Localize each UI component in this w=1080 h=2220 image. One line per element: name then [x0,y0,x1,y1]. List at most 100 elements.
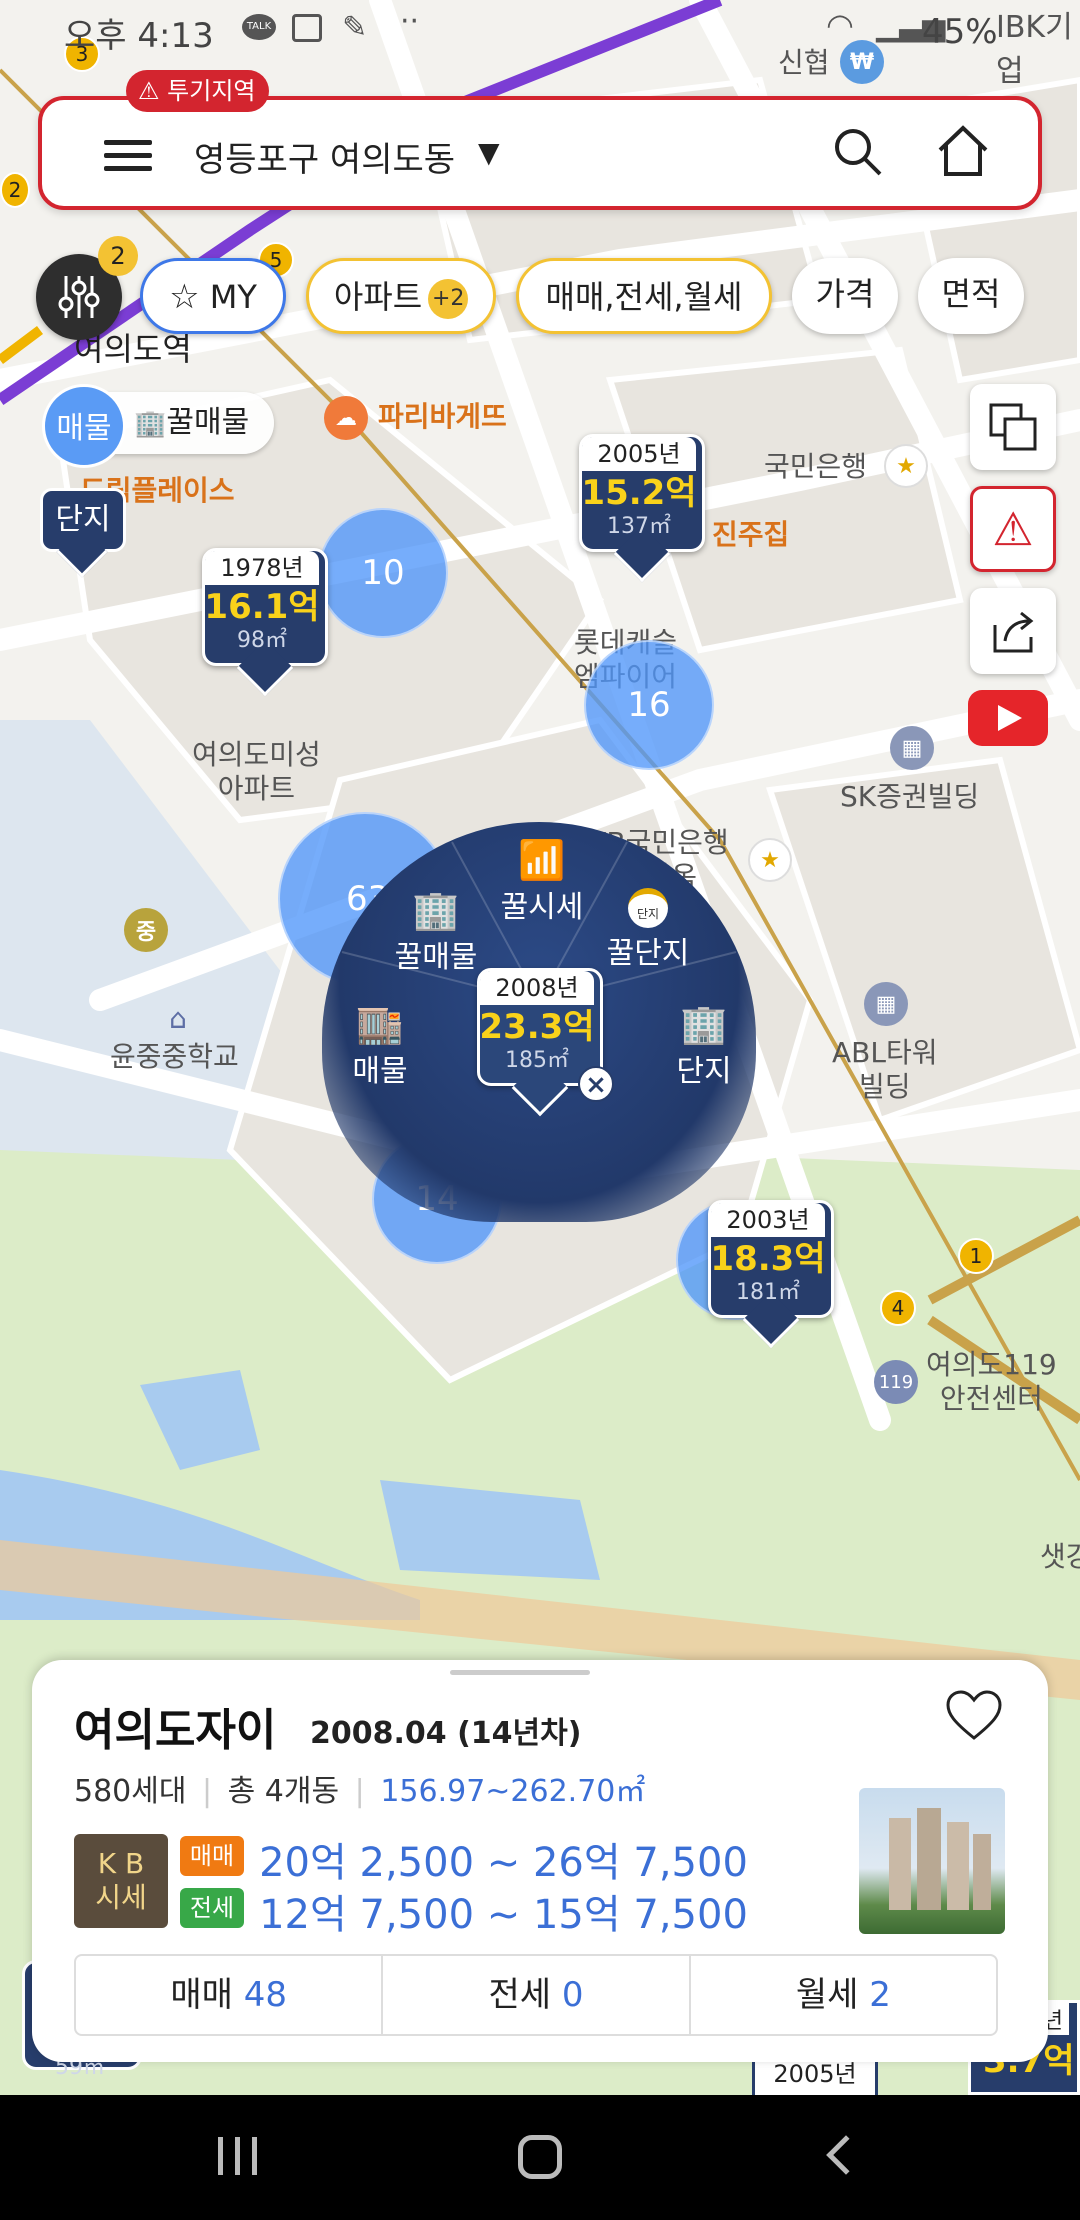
honey-jar-icon: 단지 [628,888,668,928]
status-time: 오후 4:13 [64,16,214,56]
talk-icon: TALK [242,14,276,40]
radial-complex[interactable]: 🏢 단지 [660,1002,748,1090]
system-nav-bar [0,2095,1080,2220]
poi-yunjung-middle-school[interactable]: 윤중중학교 [110,1040,239,1074]
building-icon: ▦ [890,726,934,770]
tab-sale[interactable]: 매매 48 [76,1956,381,2034]
poi-saetgang[interactable]: 샛강 [1040,1540,1080,1574]
listing-cluster[interactable]: 16 [584,640,714,770]
complex-name: 여의도자이 [74,1705,277,1756]
apartment-count-badge: +2 [428,279,469,319]
warning-icon: ⚠ [138,77,160,105]
complex-info-card[interactable]: 여의도자이 2008.04 (14년차) 580세대 | 총 4개동 | 156… [32,1660,1048,2062]
heart-icon[interactable] [944,1688,1004,1744]
radial-honey-price[interactable]: 📶 꿀시세 [498,838,586,926]
close-icon[interactable]: × [578,1066,614,1102]
tab-monthly-rent[interactable]: 월세 2 [688,1956,996,2034]
kb-price-badge: K B 시세 [74,1834,168,1928]
poi-abl-tower[interactable]: ABL타워 빌딩 [832,1036,937,1104]
menu-icon[interactable] [104,140,152,172]
school-building-icon: ⌂ [169,1001,187,1035]
price-pin[interactable]: 2005년 15.2억 137㎡ [579,434,705,583]
poi-kookmin-bank[interactable]: 국민은행 [764,450,867,484]
household-count: 580세대 [74,1774,187,1809]
building-icon-2: ▦ [864,982,908,1026]
search-bar[interactable]: 영등포구 여의도동 ▼ [38,96,1042,210]
building-complex-icon: 🏢 [680,1002,728,1046]
poi-jinjujip[interactable]: 진주집 [712,518,789,552]
pin-year: 2008년 [480,971,594,1005]
play-icon [998,705,1022,731]
sale-price-range: 20억 2,500 ~ 26억 7,500 [259,1840,748,1886]
radial-honey-listing[interactable]: 🏢 꿀매물 [392,888,480,976]
poi-sk-securities[interactable]: SK증권빌딩 [840,780,979,814]
listing-cluster[interactable]: 10 [318,508,448,638]
home-button-icon[interactable] [518,2135,562,2179]
building-count: 총 4개동 [227,1774,340,1809]
status-bar: 오후 4:13 TALK ✎ ·· ◠ ▁▃▅ 45% IBK기업 [0,0,1080,89]
chart-icon: 📶 [518,838,566,882]
my-chip[interactable]: ☆ MY [140,258,286,334]
poi-misung-apt[interactable]: 여의도미성 아파트 [192,738,321,806]
pin-price: 16.1억 [204,587,320,627]
subway-line-4-icon: 4 [880,1290,916,1326]
more-dots-icon: ·· [400,4,420,39]
pin-price: 23.3억 [479,1007,595,1047]
chevron-down-icon[interactable]: ▼ [478,136,500,169]
warning-triangle-icon: ⚠ [992,502,1034,556]
location-label[interactable]: 영등포구 여의도동 [194,132,455,181]
sale-price-row: 매매 20억 2,500 ~ 26억 7,500 [180,1830,748,1888]
share-icon [993,611,1034,653]
price-pin[interactable]: 1978년 16.1억 98㎡ [202,548,328,697]
pin-price: 15.2억 [581,473,697,513]
layer-toggle-button[interactable] [970,384,1056,470]
star-icon: ☆ [169,277,200,317]
honey-building-icon: 🏢 [134,409,167,439]
complex-built-year: 2008.04 (14년차) [310,1716,582,1751]
link-icon: ✎ [342,10,368,45]
home-icon[interactable] [934,122,992,180]
pin-area: 185㎡ [505,1048,569,1073]
pin-area: 181㎡ [736,1280,800,1305]
tab-jeonse[interactable]: 전세 0 [381,1956,688,2034]
building-listing-icon: 🏬 [356,1002,404,1046]
speculation-zone-badge[interactable]: ⚠ 투기지역 [126,70,270,112]
poi-paris-baguette[interactable]: 파리바게뜨 [378,400,507,434]
jeonse-price-row: 전세 12억 7,500 ~ 15억 7,500 [180,1882,748,1940]
share-button[interactable] [970,588,1056,674]
pin-area: 98㎡ [237,628,287,653]
area-chip[interactable]: 면적 [918,258,1024,334]
battery-percent: 45% [922,12,998,52]
honey-building-icon: 🏢 [412,888,460,932]
gallery-icon [292,14,322,42]
jeonse-tag: 전세 [180,1887,244,1928]
search-icon[interactable] [832,126,884,178]
sale-tag: 매매 [180,1835,244,1876]
wifi-icon: ◠ [826,6,854,44]
school-icon: 중 [124,908,168,952]
listing-toggle[interactable]: 매물 [42,384,126,468]
complex-toggle[interactable]: 단지 [40,488,126,578]
top-edge-text: IBK기업 [996,10,1073,89]
subway-line-1-icon: 1 [958,1238,994,1274]
listing-type-tabs: 매매 48 전세 0 월세 2 [74,1954,998,2036]
deal-type-chip[interactable]: 매매,전세,월세 [516,258,772,334]
back-icon[interactable] [826,2135,866,2175]
pin-year: 2005년 [582,437,696,471]
youtube-button[interactable] [968,690,1048,746]
price-chip[interactable]: 가격 [792,258,898,334]
radial-honey-complex[interactable]: 단지 꿀단지 [604,888,692,972]
fire-station-icon: 119 [874,1360,918,1404]
complex-summary: 580세대 | 총 4개동 | 156.97~262.70㎡ [74,1774,646,1809]
drag-handle[interactable] [450,1670,590,1675]
apartment-chip[interactable]: 아파트 +2 [306,258,496,334]
recent-apps-icon[interactable] [216,2137,260,2177]
complex-photo[interactable] [859,1788,1005,1934]
kb-bank-icon: ★ [884,444,928,488]
radial-listing[interactable]: 🏬 매물 [336,1002,424,1090]
speculation-zone-button[interactable]: ⚠ [970,486,1056,572]
area-range: 156.97~262.70㎡ [380,1774,646,1809]
pin-area: 137㎡ [607,514,671,539]
poi-fire-station[interactable]: 여의도119 안전센터 [926,1348,1057,1416]
filter-count-badge: 2 [98,236,138,276]
